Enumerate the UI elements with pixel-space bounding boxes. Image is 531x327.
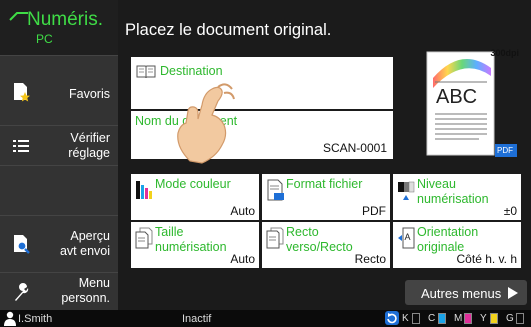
ink-level-fill bbox=[465, 314, 471, 323]
scan-level-button[interactable]: Niveau numérisation ±0 bbox=[393, 174, 521, 220]
status-bar: I.Smith Inactif K C M Y G bbox=[0, 310, 531, 327]
tile-value: Auto bbox=[230, 204, 255, 218]
sidebar-item-custom-menu[interactable]: Menu personn. bbox=[0, 272, 118, 310]
more-menus-button[interactable]: Autres menus bbox=[405, 280, 527, 305]
mode-button[interactable]: Numéris. PC bbox=[0, 0, 118, 55]
touch-hand-icon bbox=[177, 83, 235, 164]
more-menus-label: Autres menus bbox=[421, 286, 502, 301]
user-name: I.Smith bbox=[18, 313, 53, 325]
tile-label: Taille bbox=[155, 225, 184, 239]
ink-status-icon[interactable] bbox=[385, 311, 399, 325]
file-format-button[interactable]: Format fichier PDF bbox=[262, 174, 390, 220]
ink-level-bar bbox=[490, 313, 498, 324]
scan-size-icon bbox=[135, 227, 153, 249]
tile-value: Recto bbox=[354, 252, 386, 266]
favorites-star-document-icon bbox=[14, 83, 30, 102]
sidebar-item-label: Vérifier bbox=[70, 131, 110, 145]
color-mode-button[interactable]: Mode couleur Auto bbox=[131, 174, 259, 220]
orientation-button[interactable]: A Orientation originale Côté h. v. h bbox=[393, 222, 521, 268]
sidebar-item-favorites[interactable]: Favoris bbox=[0, 55, 118, 125]
sidebar-item-label: réglage bbox=[68, 146, 110, 160]
ink-level-fill bbox=[491, 314, 497, 323]
color-mode-icon bbox=[136, 181, 152, 199]
list-icon bbox=[13, 140, 29, 152]
ink-label: K bbox=[402, 313, 409, 324]
sidebar-spacer bbox=[0, 165, 118, 215]
preview-format-tag: PDF bbox=[497, 146, 513, 155]
tile-label: Format fichier bbox=[286, 177, 363, 191]
sidebar-item-preview[interactable]: Aperçu avt envoi bbox=[0, 215, 118, 272]
mode-title: Numéris. bbox=[27, 9, 104, 30]
scan-size-button[interactable]: Taille numérisation Auto bbox=[131, 222, 259, 268]
ink-level-fill bbox=[439, 314, 445, 323]
user-icon bbox=[4, 311, 16, 326]
tile-label: Orientation bbox=[417, 225, 479, 239]
sidebar-item-label: Favoris bbox=[69, 87, 110, 101]
ink-level-bar bbox=[516, 313, 524, 324]
ink-label: C bbox=[428, 313, 436, 324]
tile-label: Mode couleur bbox=[155, 177, 231, 191]
address-book-icon bbox=[136, 65, 156, 79]
scan-mode-icon bbox=[9, 12, 28, 21]
tile-value: ±0 bbox=[503, 204, 517, 218]
ink-level-bar bbox=[438, 313, 446, 324]
preview-sample-text: ABC bbox=[436, 86, 478, 108]
ink-level-bar bbox=[412, 313, 420, 324]
ink-label: Y bbox=[480, 313, 487, 324]
tile-value: PDF bbox=[362, 204, 386, 218]
ink-label: G bbox=[506, 313, 514, 324]
tile-value: Côté h. v. h bbox=[456, 252, 517, 266]
sidebar: Numéris. PC Favoris Vérifier réglage Ape… bbox=[0, 0, 118, 310]
ink-label: M bbox=[454, 313, 463, 324]
svg-text:A: A bbox=[405, 232, 411, 242]
tile-label: numérisation bbox=[155, 240, 227, 254]
scan-level-icon bbox=[398, 181, 415, 200]
duplex-icon bbox=[266, 227, 284, 249]
scan-preview: 300dpi ABC PDF bbox=[403, 48, 521, 167]
sidebar-item-label: avt envoi bbox=[59, 244, 110, 258]
wrench-icon bbox=[15, 283, 29, 301]
orientation-icon: A bbox=[398, 227, 415, 249]
sidebar-item-label: Aperçu bbox=[70, 229, 110, 243]
instruction-message: Placez le document original. bbox=[125, 21, 332, 39]
chevron-right-icon bbox=[508, 287, 518, 299]
tile-label: Niveau bbox=[417, 177, 456, 191]
refresh-icon bbox=[387, 313, 397, 324]
machine-state: Inactif bbox=[182, 313, 212, 325]
preview-dpi: 300dpi bbox=[490, 48, 519, 58]
tile-label: numérisation bbox=[417, 192, 489, 206]
ink-level-bar bbox=[464, 313, 472, 324]
tile-value: Auto bbox=[230, 252, 255, 266]
sidebar-item-label: Menu bbox=[78, 276, 110, 290]
destination-label: Destination bbox=[160, 64, 223, 78]
file-name-value: SCAN-0001 bbox=[322, 141, 387, 155]
sidebar-item-check-settings[interactable]: Vérifier réglage bbox=[0, 125, 118, 165]
sidebar-item-label: personn. bbox=[61, 291, 110, 305]
file-format-icon bbox=[267, 179, 284, 201]
duplex-button[interactable]: Recto verso/Recto Recto bbox=[262, 222, 390, 268]
magnifier-document-icon bbox=[14, 235, 30, 254]
tile-label: verso/Recto bbox=[286, 240, 353, 254]
mode-subtitle: PC bbox=[36, 32, 53, 46]
tile-label: Recto bbox=[286, 225, 319, 239]
